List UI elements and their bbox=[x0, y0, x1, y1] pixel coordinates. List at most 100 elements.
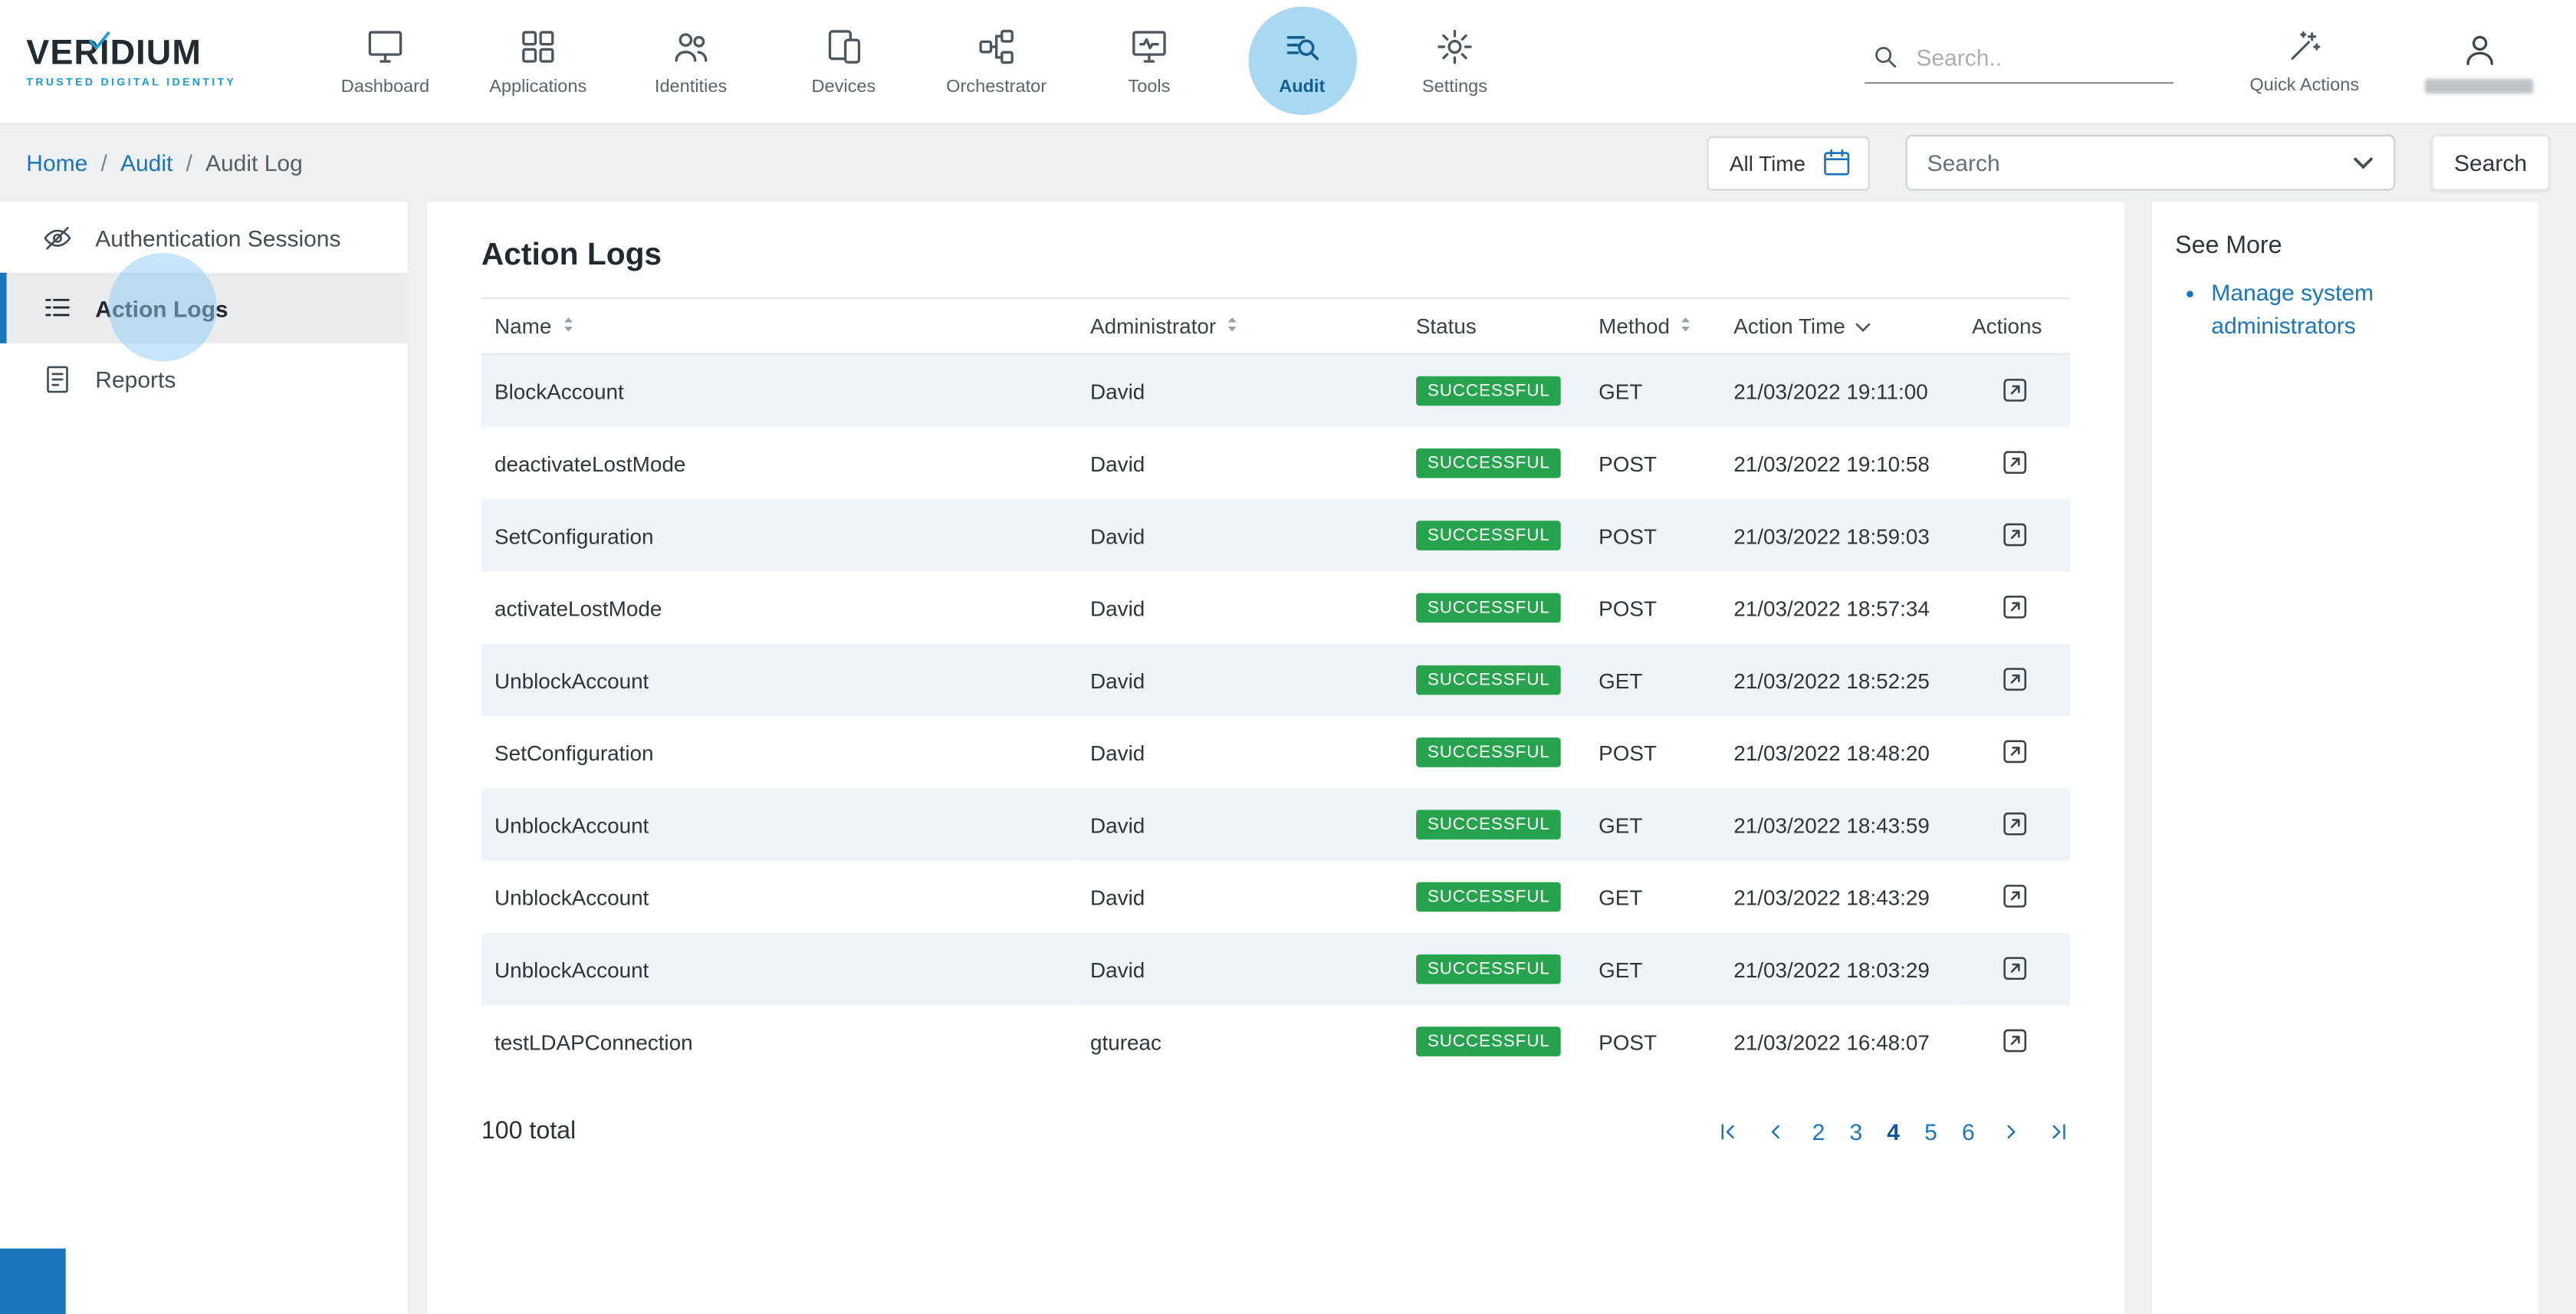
first-page-button[interactable] bbox=[1717, 1119, 1740, 1142]
view-log-button[interactable] bbox=[1996, 1022, 2033, 1059]
user-menu[interactable] bbox=[2425, 30, 2533, 94]
page: VERIDIUM TRUSTED DIGITAL IDENTITY Dashbo… bbox=[0, 0, 2576, 1314]
cell-name: SetConfiguration bbox=[481, 716, 1077, 788]
global-search-input[interactable] bbox=[1916, 44, 2154, 70]
column-header-action-time[interactable]: Action Time bbox=[1720, 298, 1959, 354]
nav-item-label: Tools bbox=[1128, 77, 1170, 97]
prev-page-icon bbox=[1764, 1119, 1787, 1142]
veridium-logo[interactable]: VERIDIUM TRUSTED DIGITAL IDENTITY bbox=[26, 35, 276, 88]
sidebar: Authentication Sessions Action Logs Repo… bbox=[0, 202, 407, 1314]
logo-wordmark: VERIDIUM bbox=[26, 35, 202, 70]
table-row: UnblockAccount David SUCCESSFUL GET 21/0… bbox=[481, 644, 2070, 716]
quick-actions-button[interactable]: Quick Actions bbox=[2249, 28, 2359, 95]
manage-administrators-link[interactable]: Manage system administrators bbox=[2211, 279, 2374, 339]
settings-icon bbox=[1434, 26, 1476, 67]
sidebar-item-authentication-sessions[interactable]: Authentication Sessions bbox=[0, 202, 407, 273]
nav-item-label: Settings bbox=[1422, 77, 1487, 97]
cell-administrator: David bbox=[1077, 572, 1403, 644]
cell-administrator: gtureac bbox=[1077, 1005, 1403, 1077]
nav-item-label: Dashboard bbox=[341, 77, 429, 97]
page-link[interactable]: 6 bbox=[1962, 1118, 1975, 1144]
table-row: UnblockAccount David SUCCESSFUL GET 21/0… bbox=[481, 789, 2070, 861]
status-badge: SUCCESSFUL bbox=[1416, 448, 1562, 478]
table-row: SetConfiguration David SUCCESSFUL POST 2… bbox=[481, 716, 2070, 788]
breadcrumb-current: Audit Log bbox=[205, 149, 303, 176]
table-row: BlockAccount David SUCCESSFUL GET 21/03/… bbox=[481, 354, 2070, 427]
search-icon bbox=[1871, 43, 1899, 71]
status-badge: SUCCESSFUL bbox=[1416, 665, 1562, 695]
nav-item-devices[interactable]: Devices bbox=[767, 0, 920, 123]
search-button[interactable]: Search bbox=[2431, 135, 2549, 191]
main-panel: Action Logs Name Administrator Status Me… bbox=[427, 202, 2124, 1314]
nav-item-audit[interactable]: Audit bbox=[1226, 0, 1378, 123]
column-header-name[interactable]: Name bbox=[481, 298, 1077, 354]
top-bar-right: Quick Actions bbox=[1865, 28, 2576, 95]
breadcrumb-link-audit[interactable]: Audit bbox=[120, 149, 172, 176]
table-row: activateLostMode David SUCCESSFUL POST 2… bbox=[481, 572, 2070, 644]
eye-off-icon bbox=[41, 221, 74, 254]
last-page-icon bbox=[2047, 1119, 2070, 1142]
cell-action-time: 21/03/2022 16:48:07 bbox=[1720, 1005, 1959, 1077]
sidebar-item-label: Reports bbox=[95, 366, 176, 392]
view-log-button[interactable] bbox=[1996, 444, 2033, 481]
cell-name: UnblockAccount bbox=[481, 789, 1077, 861]
nav-item-applications[interactable]: Applications bbox=[462, 0, 614, 123]
cell-name: UnblockAccount bbox=[481, 933, 1077, 1005]
nav-item-settings[interactable]: Settings bbox=[1378, 0, 1531, 123]
wand-icon bbox=[2285, 28, 2323, 65]
cell-method: POST bbox=[1585, 499, 1720, 571]
view-log-button[interactable] bbox=[1996, 805, 2033, 843]
nav-item-orchestrator[interactable]: Orchestrator bbox=[920, 0, 1073, 123]
view-log-button[interactable] bbox=[1996, 877, 2033, 915]
action-logs-table: Name Administrator Status Method Action … bbox=[481, 297, 2070, 1078]
filter-controls: All Time Search Search bbox=[1707, 135, 2550, 191]
view-log-button[interactable] bbox=[1996, 371, 2033, 409]
status-badge: SUCCESSFUL bbox=[1416, 737, 1562, 767]
cell-administrator: David bbox=[1077, 354, 1403, 427]
status-badge: SUCCESSFUL bbox=[1416, 376, 1562, 406]
cell-administrator: David bbox=[1077, 499, 1403, 571]
view-log-button[interactable] bbox=[1996, 660, 2033, 698]
nav-item-label: Audit bbox=[1279, 77, 1325, 97]
nav-item-identities[interactable]: Identities bbox=[614, 0, 767, 123]
page-link[interactable]: 3 bbox=[1849, 1118, 1862, 1144]
search-filter-dropdown[interactable]: Search bbox=[1906, 135, 2396, 191]
view-log-button[interactable] bbox=[1996, 588, 2033, 626]
breadcrumb-separator: / bbox=[186, 149, 192, 176]
tools-icon bbox=[1129, 26, 1170, 67]
cell-action-time: 21/03/2022 19:10:58 bbox=[1720, 427, 1959, 499]
view-log-icon bbox=[1999, 1025, 2030, 1056]
search-filter-placeholder: Search bbox=[1927, 149, 2000, 176]
nav-item-dashboard[interactable]: Dashboard bbox=[309, 0, 462, 123]
cell-method: GET bbox=[1585, 861, 1720, 933]
cell-name: activateLostMode bbox=[481, 572, 1077, 644]
sidebar-collapse-button[interactable] bbox=[0, 1249, 66, 1314]
time-filter-button[interactable]: All Time bbox=[1707, 136, 1870, 190]
nav-item-label: Devices bbox=[811, 77, 876, 97]
prev-page-button[interactable] bbox=[1764, 1119, 1787, 1142]
page-link[interactable]: 5 bbox=[1924, 1118, 1937, 1144]
view-log-icon bbox=[1999, 808, 2030, 839]
view-log-button[interactable] bbox=[1996, 733, 2033, 770]
cell-method: POST bbox=[1585, 427, 1720, 499]
cell-method: GET bbox=[1585, 354, 1720, 427]
sort-icon bbox=[1680, 314, 1693, 338]
view-log-button[interactable] bbox=[1996, 950, 2033, 987]
sidebar-item-reports[interactable]: Reports bbox=[0, 343, 407, 414]
next-page-button[interactable] bbox=[1999, 1119, 2022, 1142]
page-link-current[interactable]: 4 bbox=[1887, 1118, 1900, 1144]
breadcrumb-link-home[interactable]: Home bbox=[26, 149, 87, 176]
nav-item-tools[interactable]: Tools bbox=[1073, 0, 1225, 123]
column-header-administrator[interactable]: Administrator bbox=[1077, 298, 1403, 354]
cell-method: GET bbox=[1585, 789, 1720, 861]
sidebar-item-action-logs[interactable]: Action Logs bbox=[0, 273, 407, 343]
page-link[interactable]: 2 bbox=[1812, 1118, 1825, 1144]
calendar-icon bbox=[1820, 146, 1853, 179]
view-log-button[interactable] bbox=[1996, 516, 2033, 554]
table-row: UnblockAccount David SUCCESSFUL GET 21/0… bbox=[481, 933, 2070, 1005]
sort-icon bbox=[561, 314, 574, 338]
reports-icon bbox=[41, 363, 74, 396]
column-header-method[interactable]: Method bbox=[1585, 298, 1720, 354]
table-row: UnblockAccount David SUCCESSFUL GET 21/0… bbox=[481, 861, 2070, 933]
last-page-button[interactable] bbox=[2047, 1119, 2070, 1142]
